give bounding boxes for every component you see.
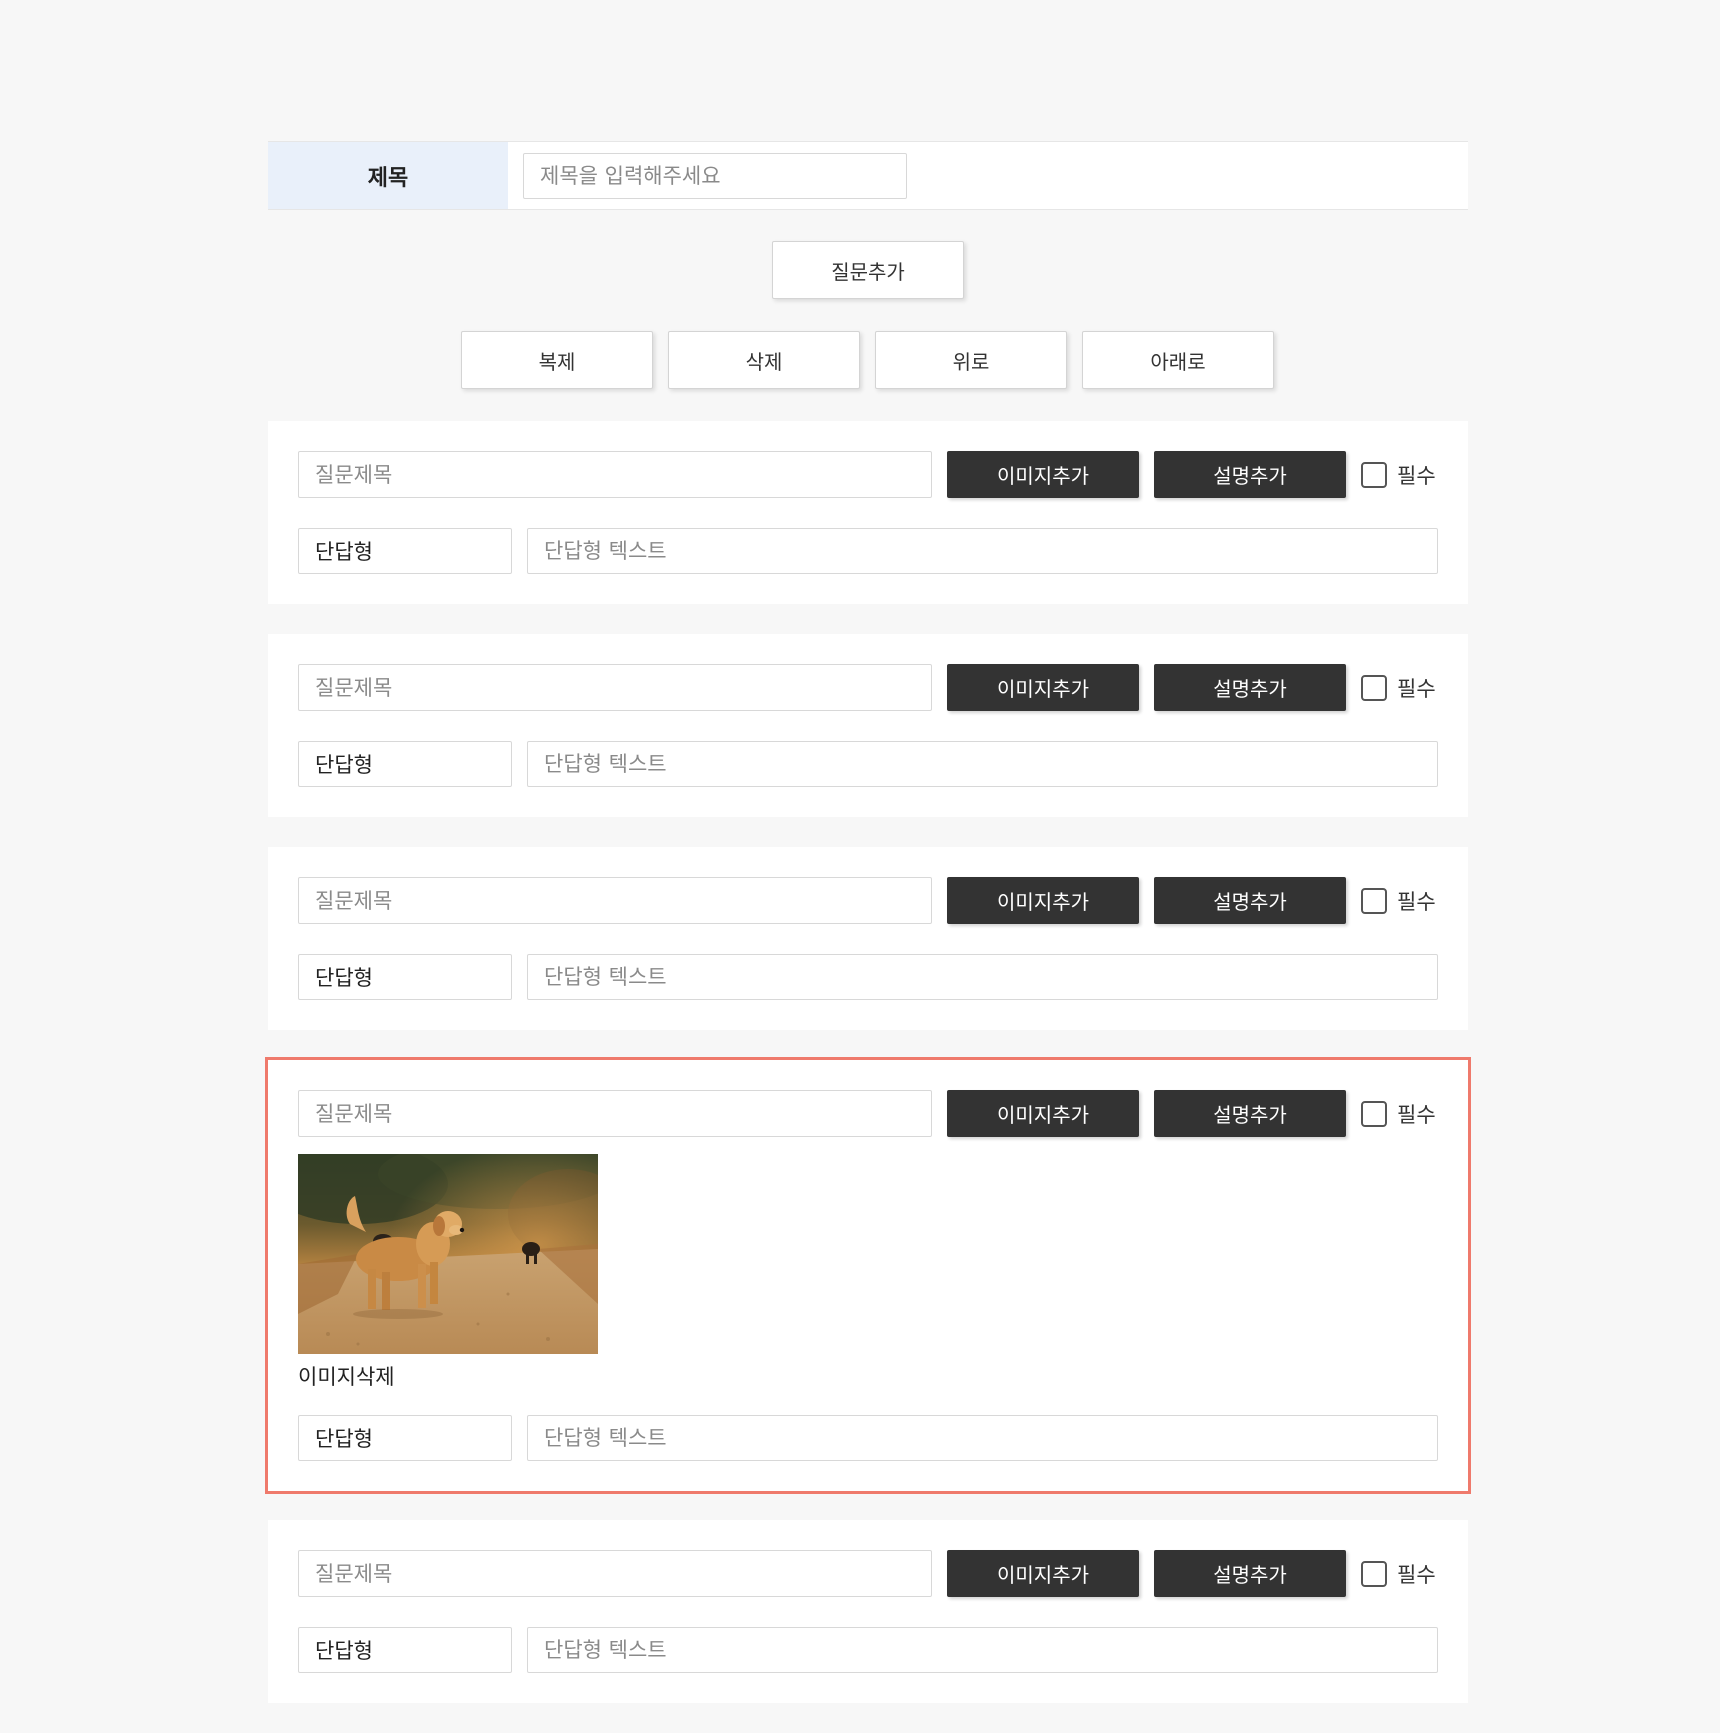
question-title-input[interactable] — [298, 664, 932, 711]
answer-row: 단답형 — [298, 1415, 1438, 1461]
question-card-selected[interactable]: 이미지추가 설명추가 필수 — [265, 1057, 1471, 1494]
add-description-button[interactable]: 설명추가 — [1154, 1550, 1346, 1597]
question-type-select[interactable]: 단답형 — [298, 1415, 512, 1461]
short-answer-input[interactable] — [527, 1627, 1438, 1673]
add-description-button[interactable]: 설명추가 — [1154, 877, 1346, 924]
required-label: 필수 — [1397, 676, 1436, 701]
add-description-button[interactable]: 설명추가 — [1154, 451, 1346, 498]
question-title-input[interactable] — [298, 1550, 932, 1597]
required-toggle[interactable]: 필수 — [1361, 1550, 1436, 1597]
form-title-row: 제목 — [268, 141, 1468, 210]
answer-row: 단답형 — [298, 1627, 1438, 1673]
question-card[interactable]: 이미지추가 설명추가 필수 단답형 — [268, 1520, 1468, 1703]
question-type-select[interactable]: 단답형 — [298, 528, 512, 574]
form-title-label: 제목 — [268, 142, 508, 209]
add-image-button[interactable]: 이미지추가 — [947, 451, 1139, 498]
required-checkbox[interactable] — [1361, 461, 1387, 488]
required-checkbox[interactable] — [1361, 674, 1387, 701]
question-title-input[interactable] — [298, 451, 932, 498]
add-image-button[interactable]: 이미지추가 — [947, 1550, 1139, 1597]
required-toggle[interactable]: 필수 — [1361, 877, 1436, 924]
question-header-row: 이미지추가 설명추가 필수 — [298, 1550, 1438, 1597]
question-type-select[interactable]: 단답형 — [298, 1627, 512, 1673]
required-toggle[interactable]: 필수 — [1361, 1090, 1436, 1137]
add-description-button[interactable]: 설명추가 — [1154, 1090, 1346, 1137]
required-toggle[interactable]: 필수 — [1361, 664, 1436, 711]
add-image-button[interactable]: 이미지추가 — [947, 877, 1139, 924]
short-answer-input[interactable] — [527, 954, 1438, 1000]
required-checkbox[interactable] — [1361, 1100, 1387, 1127]
delete-image-button[interactable]: 이미지삭제 — [298, 1361, 395, 1391]
question-card[interactable]: 이미지추가 설명추가 필수 단답형 — [268, 634, 1468, 817]
duplicate-button[interactable]: 복제 — [461, 331, 653, 389]
required-checkbox[interactable] — [1361, 1560, 1387, 1587]
question-header-row: 이미지추가 설명추가 필수 — [298, 1090, 1438, 1137]
question-title-input[interactable] — [298, 877, 932, 924]
add-image-button[interactable]: 이미지추가 — [947, 1090, 1139, 1137]
short-answer-input[interactable] — [527, 528, 1438, 574]
short-answer-input[interactable] — [527, 741, 1438, 787]
required-label: 필수 — [1397, 463, 1436, 488]
answer-row: 단답형 — [298, 954, 1438, 1000]
required-label: 필수 — [1397, 1562, 1436, 1587]
required-label: 필수 — [1397, 1102, 1436, 1127]
question-type-select[interactable]: 단답형 — [298, 954, 512, 1000]
question-type-select[interactable]: 단답형 — [298, 741, 512, 787]
add-image-button[interactable]: 이미지추가 — [947, 664, 1139, 711]
required-checkbox[interactable] — [1361, 887, 1387, 914]
move-up-button[interactable]: 위로 — [875, 331, 1067, 389]
question-image — [298, 1154, 598, 1354]
delete-button[interactable]: 삭제 — [668, 331, 860, 389]
add-question-button[interactable]: 질문추가 — [772, 241, 964, 299]
question-card[interactable]: 이미지추가 설명추가 필수 단답형 — [268, 421, 1468, 604]
question-header-row: 이미지추가 설명추가 필수 — [298, 451, 1438, 498]
short-answer-input[interactable] — [527, 1415, 1438, 1461]
question-card[interactable]: 이미지추가 설명추가 필수 단답형 — [268, 847, 1468, 1030]
question-header-row: 이미지추가 설명추가 필수 — [298, 664, 1438, 711]
move-down-button[interactable]: 아래로 — [1082, 331, 1274, 389]
required-label: 필수 — [1397, 889, 1436, 914]
add-description-button[interactable]: 설명추가 — [1154, 664, 1346, 711]
form-title-input[interactable] — [523, 153, 907, 199]
answer-row: 단답형 — [298, 528, 1438, 574]
question-header-row: 이미지추가 설명추가 필수 — [298, 877, 1438, 924]
answer-row: 단답형 — [298, 741, 1438, 787]
required-toggle[interactable]: 필수 — [1361, 451, 1436, 498]
question-title-input[interactable] — [298, 1090, 932, 1137]
